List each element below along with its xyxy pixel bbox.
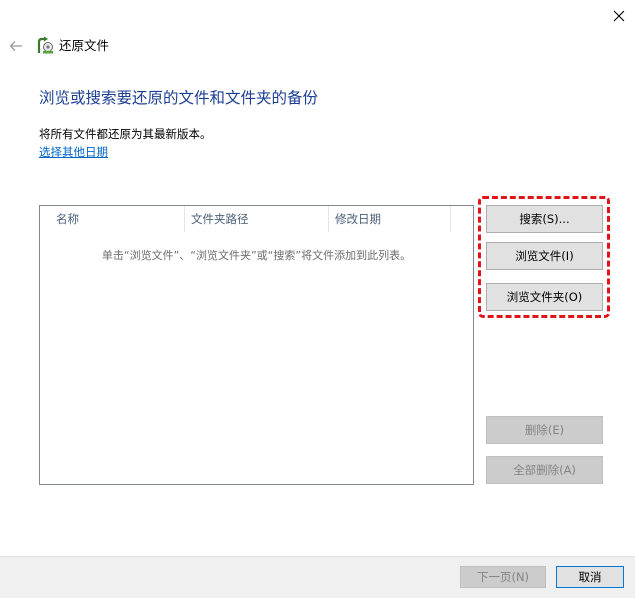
delete-all-button[interactable]: 全部删除(A): [486, 456, 603, 484]
back-button[interactable]: [6, 36, 26, 56]
column-header-filler: [451, 206, 473, 232]
restore-files-icon: [36, 36, 54, 54]
window-title: 还原文件: [59, 38, 110, 53]
empty-list-message: 单击“浏览文件”、“浏览文件夹”或“搜索”将文件添加到此列表。: [101, 249, 412, 262]
back-arrow-icon: [9, 41, 22, 51]
close-button[interactable]: [603, 2, 635, 30]
column-header-folder-path[interactable]: 文件夹路径: [185, 206, 329, 232]
file-list[interactable]: 名称 文件夹路径 修改日期 单击“浏览文件”、“浏览文件夹”或“搜索”将文件添加…: [39, 205, 474, 485]
cancel-button[interactable]: 取消: [556, 566, 624, 588]
close-icon: [613, 10, 625, 22]
restore-info-text: 将所有文件都还原为其最新版本。: [39, 127, 212, 141]
column-header-name[interactable]: 名称: [40, 206, 185, 232]
list-header: 名称 文件夹路径 修改日期: [40, 206, 473, 232]
choose-other-date-link[interactable]: 选择其他日期: [39, 145, 108, 160]
highlight-annotation: [478, 196, 610, 318]
delete-button[interactable]: 删除(E): [486, 416, 603, 444]
column-header-modified-date[interactable]: 修改日期: [329, 206, 451, 232]
next-page-button[interactable]: 下一页(N): [460, 566, 546, 588]
page-heading: 浏览或搜索要还原的文件和文件夹的备份: [39, 89, 319, 107]
